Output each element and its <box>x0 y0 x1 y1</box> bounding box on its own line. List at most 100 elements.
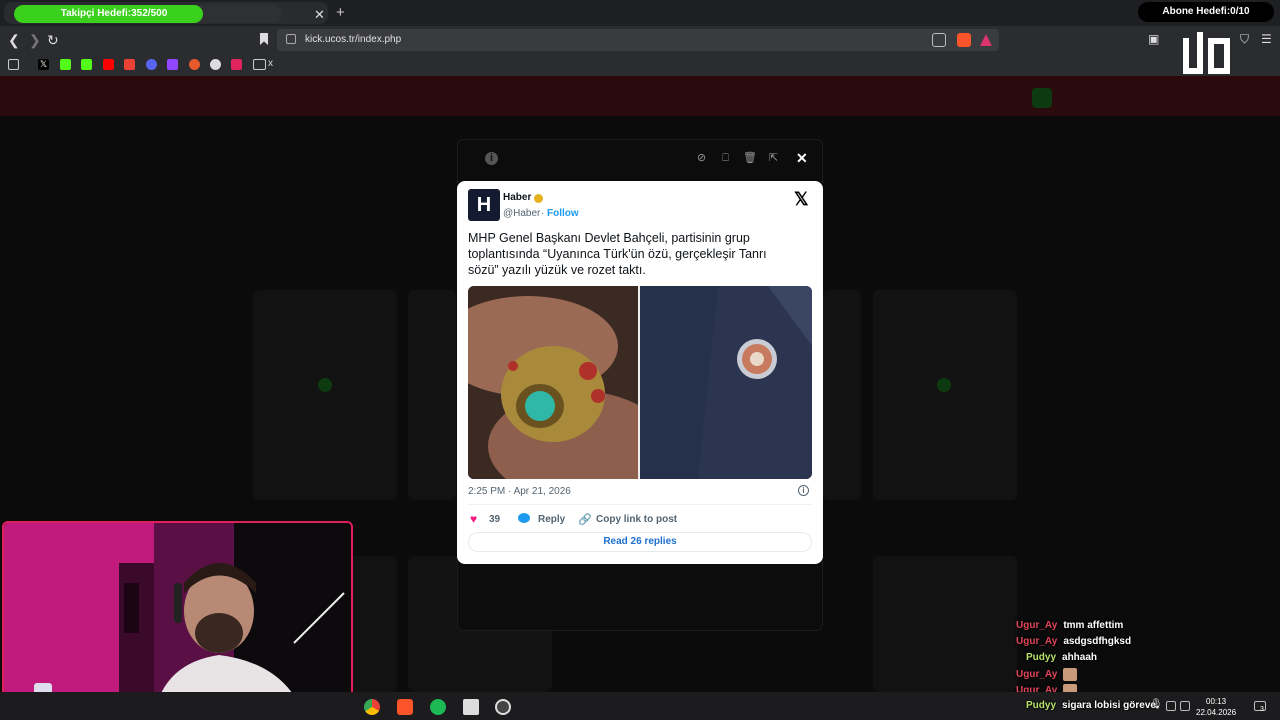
tweet-text: MHP Genel Başkanı Devlet Bahçeli, partis… <box>468 231 767 277</box>
brave-rewards-icon[interactable] <box>979 33 993 47</box>
verified-badge-icon <box>534 194 543 203</box>
heart-icon[interactable]: ♥ <box>470 512 477 526</box>
menu-icon[interactable]: ☰ <box>1261 32 1272 46</box>
volume-icon[interactable] <box>1180 701 1190 711</box>
apps-grid-icon[interactable] <box>8 59 19 70</box>
shield-icon[interactable]: ⛉ <box>1240 32 1249 47</box>
follower-goal-label: Takipçi Hedefi:352/500 <box>60 8 168 19</box>
file-icon[interactable] <box>463 699 479 715</box>
youtube-bookmark-icon[interactable] <box>103 59 114 70</box>
chat-text: sigara lobisi göreve <box>1062 700 1156 711</box>
avatar[interactable]: H <box>468 189 500 221</box>
reply-button[interactable]: Reply <box>538 514 565 525</box>
browser-tab[interactable]: Takipçi Hedefi:352/500 ✕ <box>4 2 328 24</box>
tweet-photos <box>468 286 812 479</box>
trash-icon[interactable]: 🗑 <box>743 152 757 165</box>
follow-button[interactable]: Follow <box>547 208 579 219</box>
share-icon[interactable] <box>932 33 946 47</box>
copy-link-button[interactable]: Copy link to post <box>596 514 677 525</box>
info-icon[interactable]: i <box>485 152 498 165</box>
chat-message: Ugur_Ay tmm affettim <box>1016 620 1123 631</box>
url-text[interactable]: kick.ucos.tr/index.php <box>305 29 401 51</box>
gmail-bookmark-icon[interactable] <box>124 59 135 70</box>
status-dot <box>318 378 332 392</box>
close-icon[interactable]: ✕ <box>796 150 808 167</box>
chat-username[interactable]: Pudyy <box>1026 652 1056 663</box>
chat-username[interactable]: Pudyy <box>1026 700 1056 711</box>
webcam-overlay <box>2 521 353 717</box>
x-folder-icon[interactable]: x <box>268 58 273 69</box>
tweet-media[interactable] <box>468 286 812 479</box>
address-bar[interactable]: kick.ucos.tr/index.php <box>277 29 999 51</box>
page-header <box>0 76 1280 116</box>
dimmed-card <box>253 290 397 500</box>
sidebar-icon[interactable]: ▣ <box>1148 32 1159 46</box>
twitch-bookmark-icon[interactable] <box>167 59 178 70</box>
bookmark-app-icon[interactable] <box>189 59 200 70</box>
webcam-feed <box>4 523 351 715</box>
clock-date: 22.04.2026 <box>1196 708 1237 717</box>
dimmed-card <box>408 290 456 500</box>
divider <box>468 504 812 505</box>
discord-bookmark-icon[interactable] <box>146 59 157 70</box>
bookmark-icon[interactable]: ⎕ <box>719 152 732 165</box>
new-tab-icon[interactable]: + <box>336 4 345 21</box>
chat-text: asdgsdfhgksd <box>1063 636 1132 647</box>
brave-shields-icon[interactable] <box>957 33 971 47</box>
chat-text: ahhaah <box>1062 652 1098 663</box>
status-dot <box>937 378 951 392</box>
dimmed-card <box>823 290 861 500</box>
emote-icon <box>1063 668 1078 681</box>
chat-username[interactable]: Ugur_Ay <box>1016 636 1057 647</box>
author-handle[interactable]: @Haber <box>503 208 540 219</box>
chat-message: Pudyy ahhaah <box>1026 652 1097 663</box>
stream-logo <box>1183 32 1230 74</box>
info-icon[interactable]: i <box>798 485 809 496</box>
chat-message: Ugur_Ay <box>1016 668 1078 681</box>
x-logo-icon[interactable]: 𝕏 <box>794 189 809 210</box>
like-count[interactable]: 39 <box>489 514 500 525</box>
follower-goal-bar: Takipçi Hedefi:352/500 <box>14 5 282 23</box>
author-name[interactable]: Haber <box>503 192 531 203</box>
network-icon[interactable] <box>1166 701 1176 711</box>
notification-count: 3 <box>1260 706 1264 713</box>
link-icon[interactable]: 🔗 <box>578 513 592 526</box>
reply-icon[interactable] <box>518 513 530 527</box>
modal-toolbar: i ⊘ ⎕ 🗑 ⇱ ✕ <box>458 140 822 178</box>
spotify-icon[interactable] <box>430 699 446 715</box>
close-tab-icon[interactable]: ✕ <box>314 7 325 23</box>
kick-bookmark-icon[interactable] <box>60 59 71 70</box>
embedded-tweet: H Haber @Haber · Follow 𝕏 MHP Genel Başk… <box>457 181 823 564</box>
chat-username[interactable]: Ugur_Ay <box>1016 620 1057 631</box>
subscriber-goal-label: Abone Hedefi:0/10 <box>1138 2 1274 22</box>
site-info-icon[interactable] <box>286 34 296 44</box>
chat-message: Ugur_Ay asdgsdfhgksd <box>1016 636 1131 647</box>
x-bookmark-icon[interactable]: 𝕏 <box>38 59 49 70</box>
separator-dot: · <box>541 208 545 219</box>
kick-alt-bookmark-icon[interactable] <box>81 59 92 70</box>
dimmed-card <box>873 290 1017 500</box>
back-icon[interactable]: ❮ <box>8 32 20 49</box>
chat-message: Pudyy sigara lobisi göreve <box>1026 700 1156 711</box>
bookmarks-bar: 𝕏 x <box>0 54 1280 76</box>
read-replies-button[interactable]: Read 26 replies <box>468 532 812 552</box>
tweet-timestamp[interactable]: 2:25 PM · Apr 21, 2026 <box>468 486 571 497</box>
forward-icon[interactable]: ❯ <box>29 32 41 49</box>
bookmark-app-icon[interactable] <box>210 59 221 70</box>
chrome-icon[interactable] <box>364 699 380 715</box>
system-clock[interactable]: 00:13 22.04.2026 <box>1196 696 1236 718</box>
microphone-icon[interactable]: 🎙 <box>1150 699 1163 710</box>
tab-strip: Takipçi Hedefi:352/500 ✕ + Abone Hedefi:… <box>0 0 1280 26</box>
taskbar: Pudyy sigara lobisi göreve 🎙 00:13 22.04.… <box>0 692 1280 720</box>
bookmark-app-icon[interactable] <box>231 59 242 70</box>
block-icon[interactable]: ⊘ <box>695 152 708 165</box>
status-dot <box>1032 88 1052 108</box>
chat-text: tmm affettim <box>1063 620 1124 631</box>
chat-username[interactable]: Ugur_Ay <box>1016 669 1057 680</box>
reload-icon[interactable]: ↻ <box>47 32 59 49</box>
brave-icon[interactable] <box>397 699 413 715</box>
tweet-actions: ♥ 39 Reply 🔗 Copy link to post <box>468 512 812 532</box>
folder-icon[interactable] <box>253 59 266 70</box>
open-external-icon[interactable]: ⇱ <box>767 152 780 165</box>
obs-icon[interactable] <box>495 699 511 715</box>
